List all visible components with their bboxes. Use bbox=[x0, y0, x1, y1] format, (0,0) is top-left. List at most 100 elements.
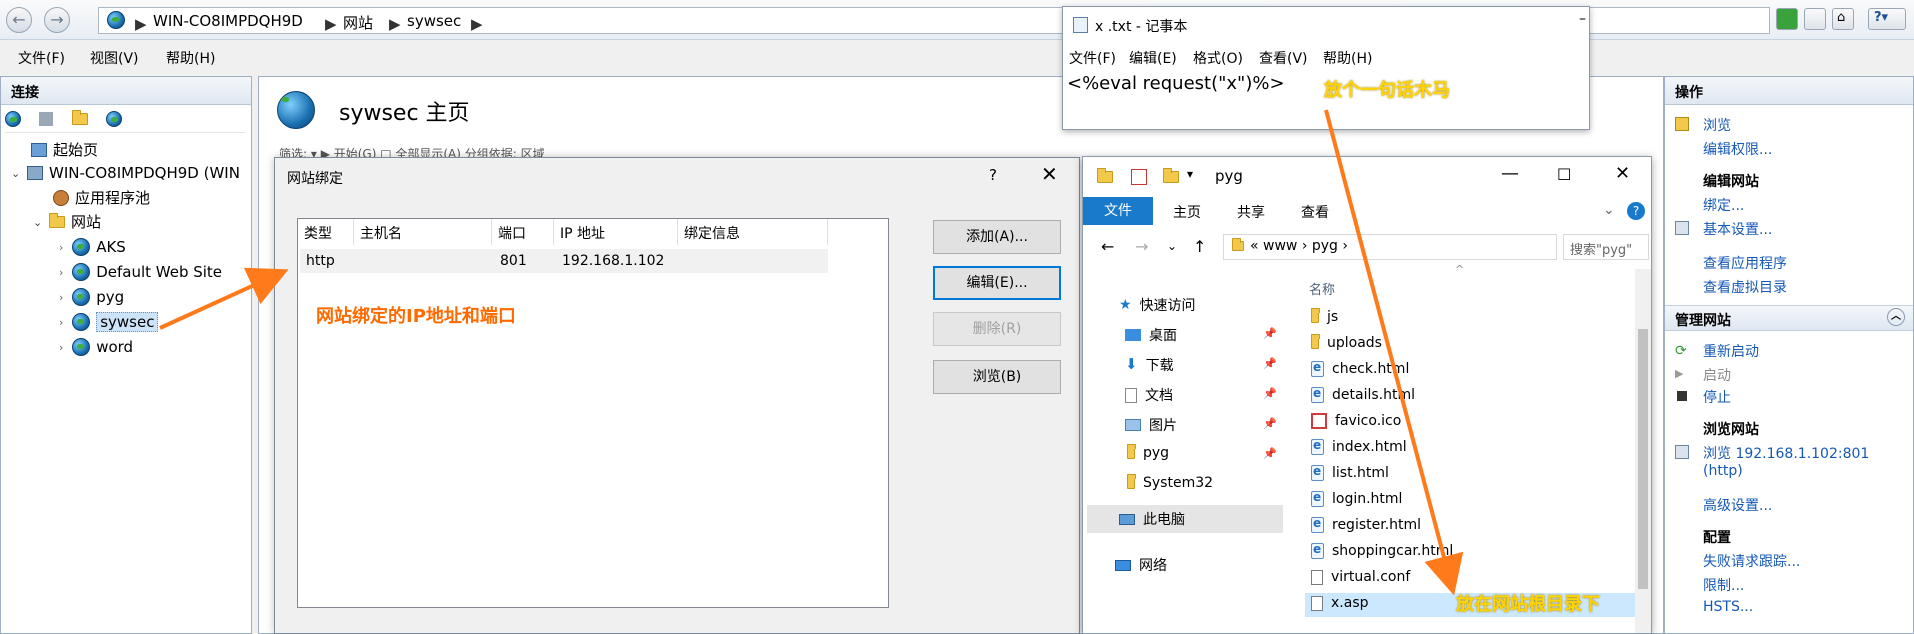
list-item[interactable]: virtual.conf bbox=[1305, 567, 1645, 591]
tab-file[interactable]: 文件 bbox=[1083, 197, 1153, 225]
chevron-right-icon[interactable]: › bbox=[59, 291, 63, 304]
action-limits[interactable]: 限制... bbox=[1703, 575, 1744, 595]
action-advanced[interactable]: 高级设置... bbox=[1703, 495, 1772, 515]
action-edit-permissions[interactable]: 编辑权限... bbox=[1703, 139, 1772, 159]
action-bindings[interactable]: 绑定... bbox=[1703, 195, 1744, 215]
np-menu-format[interactable]: 格式(O) bbox=[1193, 48, 1243, 68]
tree-site-default[interactable]: › Default Web Site bbox=[59, 262, 222, 281]
collapse-icon[interactable]: ︿ bbox=[1887, 308, 1905, 326]
column-name-header[interactable]: 名称 bbox=[1309, 279, 1335, 298]
save-icon[interactable] bbox=[39, 112, 54, 126]
tab-view[interactable]: 查看 bbox=[1301, 202, 1329, 222]
back-button[interactable]: ← bbox=[6, 7, 32, 33]
chevron-down-icon[interactable]: ⌄ bbox=[11, 167, 20, 180]
list-item[interactable]: uploads bbox=[1305, 333, 1645, 357]
breadcrumb-sites[interactable]: 网站 bbox=[343, 12, 373, 33]
help-button[interactable]: ?▾ bbox=[1868, 8, 1906, 30]
maximize-button[interactable]: ☐ bbox=[1557, 165, 1571, 184]
menu-file[interactable]: 文件(F) bbox=[18, 48, 65, 68]
col-type[interactable]: 类型 bbox=[298, 219, 354, 245]
tree-server[interactable]: ⌄ WIN-CO8IMPDQH9D (WIN bbox=[11, 163, 240, 182]
search-input[interactable]: 搜索"pyg" bbox=[1563, 234, 1649, 260]
close-icon[interactable]: ✕ bbox=[1041, 162, 1058, 186]
action-hsts[interactable]: HSTS... bbox=[1703, 599, 1753, 615]
nav-system32[interactable]: System32 bbox=[1127, 474, 1213, 491]
tree-site-word[interactable]: › word bbox=[59, 337, 133, 356]
col-info[interactable]: 绑定信息 bbox=[678, 219, 828, 245]
nav-desktop[interactable]: 桌面 bbox=[1125, 325, 1177, 345]
action-basic-settings[interactable]: 基本设置... bbox=[1703, 219, 1772, 239]
tree-start-page[interactable]: 起始页 bbox=[31, 139, 98, 160]
new-folder-icon[interactable] bbox=[1163, 168, 1179, 183]
tree-site-sywsec[interactable]: › sywsec bbox=[59, 311, 159, 332]
scrollbar-thumb[interactable] bbox=[1638, 329, 1648, 589]
breadcrumb-site[interactable]: sywsec bbox=[407, 12, 461, 30]
explorer-address-bar[interactable]: « www › pyg › bbox=[1223, 234, 1557, 260]
notepad-text-area[interactable]: <%eval request("x")%> bbox=[1067, 73, 1285, 94]
list-item[interactable]: shoppingcar.html bbox=[1305, 541, 1645, 565]
nav-documents[interactable]: 文档 bbox=[1125, 385, 1173, 405]
action-stop[interactable]: 停止 bbox=[1703, 387, 1731, 407]
breadcrumb-server[interactable]: WIN-CO8IMPDQH9D bbox=[153, 12, 303, 30]
minimize-button[interactable]: — bbox=[1501, 163, 1519, 184]
arrow-right-icon[interactable]: → bbox=[1135, 237, 1148, 256]
col-host[interactable]: 主机名 bbox=[354, 219, 492, 245]
properties-icon[interactable] bbox=[1131, 169, 1147, 185]
chevron-down-icon[interactable]: ⌄ bbox=[1603, 202, 1615, 218]
action-failed-tracing[interactable]: 失败请求跟踪... bbox=[1703, 551, 1800, 571]
connect-globe-icon[interactable] bbox=[5, 111, 21, 127]
chevron-right-icon[interactable]: › bbox=[59, 241, 63, 254]
np-menu-help[interactable]: 帮助(H) bbox=[1323, 48, 1372, 68]
tree-app-pools[interactable]: 应用程序池 bbox=[53, 187, 150, 208]
action-view-vdirs[interactable]: 查看虚拟目录 bbox=[1703, 277, 1787, 297]
arrow-left-icon[interactable]: ← bbox=[1101, 237, 1114, 256]
nav-pyg[interactable]: pyg bbox=[1127, 444, 1169, 461]
minimize-button[interactable]: – bbox=[1579, 11, 1586, 27]
action-view-apps[interactable]: 查看应用程序 bbox=[1703, 253, 1787, 273]
list-item[interactable]: index.html bbox=[1305, 437, 1645, 461]
col-port[interactable]: 端口 bbox=[492, 219, 554, 245]
action-browse-url[interactable]: 浏览 192.168.1.102:801 bbox=[1703, 443, 1869, 463]
np-menu-edit[interactable]: 编辑(E) bbox=[1129, 48, 1177, 68]
tab-share[interactable]: 共享 bbox=[1237, 202, 1265, 222]
chevron-right-icon[interactable]: › bbox=[59, 341, 63, 354]
quick-toolbar-dropdown[interactable]: ▾ bbox=[1187, 167, 1193, 181]
menu-view[interactable]: 视图(V) bbox=[90, 48, 139, 68]
help-icon[interactable]: ? bbox=[1627, 202, 1645, 220]
action-browse[interactable]: 浏览 bbox=[1703, 115, 1731, 135]
list-item[interactable]: details.html bbox=[1305, 385, 1645, 409]
list-item[interactable]: list.html bbox=[1305, 463, 1645, 487]
dialog-help-button[interactable]: ? bbox=[989, 166, 997, 184]
forward-button[interactable]: → bbox=[44, 7, 70, 33]
chevron-right-icon[interactable]: › bbox=[59, 266, 63, 279]
list-item[interactable]: favico.ico bbox=[1305, 411, 1645, 435]
vertical-scrollbar[interactable] bbox=[1635, 269, 1651, 633]
chevron-right-icon[interactable]: › bbox=[59, 316, 63, 329]
pin-icon[interactable]: 📌 bbox=[1263, 417, 1277, 430]
chevron-down-icon[interactable]: ⌄ bbox=[33, 216, 42, 229]
tree-sites[interactable]: ⌄ 网站 bbox=[33, 211, 101, 232]
action-restart[interactable]: 重新启动 bbox=[1703, 341, 1759, 361]
up-folder-icon[interactable] bbox=[71, 110, 88, 125]
recent-dropdown-icon[interactable]: ⌄ bbox=[1167, 239, 1177, 253]
pin-icon[interactable]: 📌 bbox=[1263, 447, 1277, 460]
np-menu-file[interactable]: 文件(F) bbox=[1069, 48, 1116, 68]
home-button[interactable]: ⌂ bbox=[1832, 8, 1854, 30]
tree-site-pyg[interactable]: › pyg bbox=[59, 287, 124, 306]
edit-button[interactable]: 编辑(E)... bbox=[933, 266, 1061, 300]
pin-icon[interactable]: 📌 bbox=[1263, 387, 1277, 400]
list-item[interactable]: register.html bbox=[1305, 515, 1645, 539]
col-ip[interactable]: IP 地址 bbox=[554, 219, 678, 245]
list-item[interactable]: check.html bbox=[1305, 359, 1645, 383]
nav-downloads[interactable]: ⬇ 下载 bbox=[1125, 355, 1174, 375]
nav-quick-access[interactable]: ★ 快速访问 bbox=[1119, 295, 1196, 315]
np-menu-view[interactable]: 查看(V) bbox=[1259, 48, 1308, 68]
list-item[interactable]: js bbox=[1305, 307, 1645, 331]
disconnect-icon[interactable] bbox=[106, 111, 123, 127]
action-browse-proto[interactable]: (http) bbox=[1703, 463, 1743, 479]
nav-this-pc[interactable]: 此电脑 bbox=[1087, 505, 1283, 533]
list-item[interactable]: login.html bbox=[1305, 489, 1645, 513]
nav-network[interactable]: 网络 bbox=[1115, 555, 1167, 575]
add-button[interactable]: 添加(A)... bbox=[933, 220, 1061, 254]
menu-help[interactable]: 帮助(H) bbox=[166, 48, 215, 68]
